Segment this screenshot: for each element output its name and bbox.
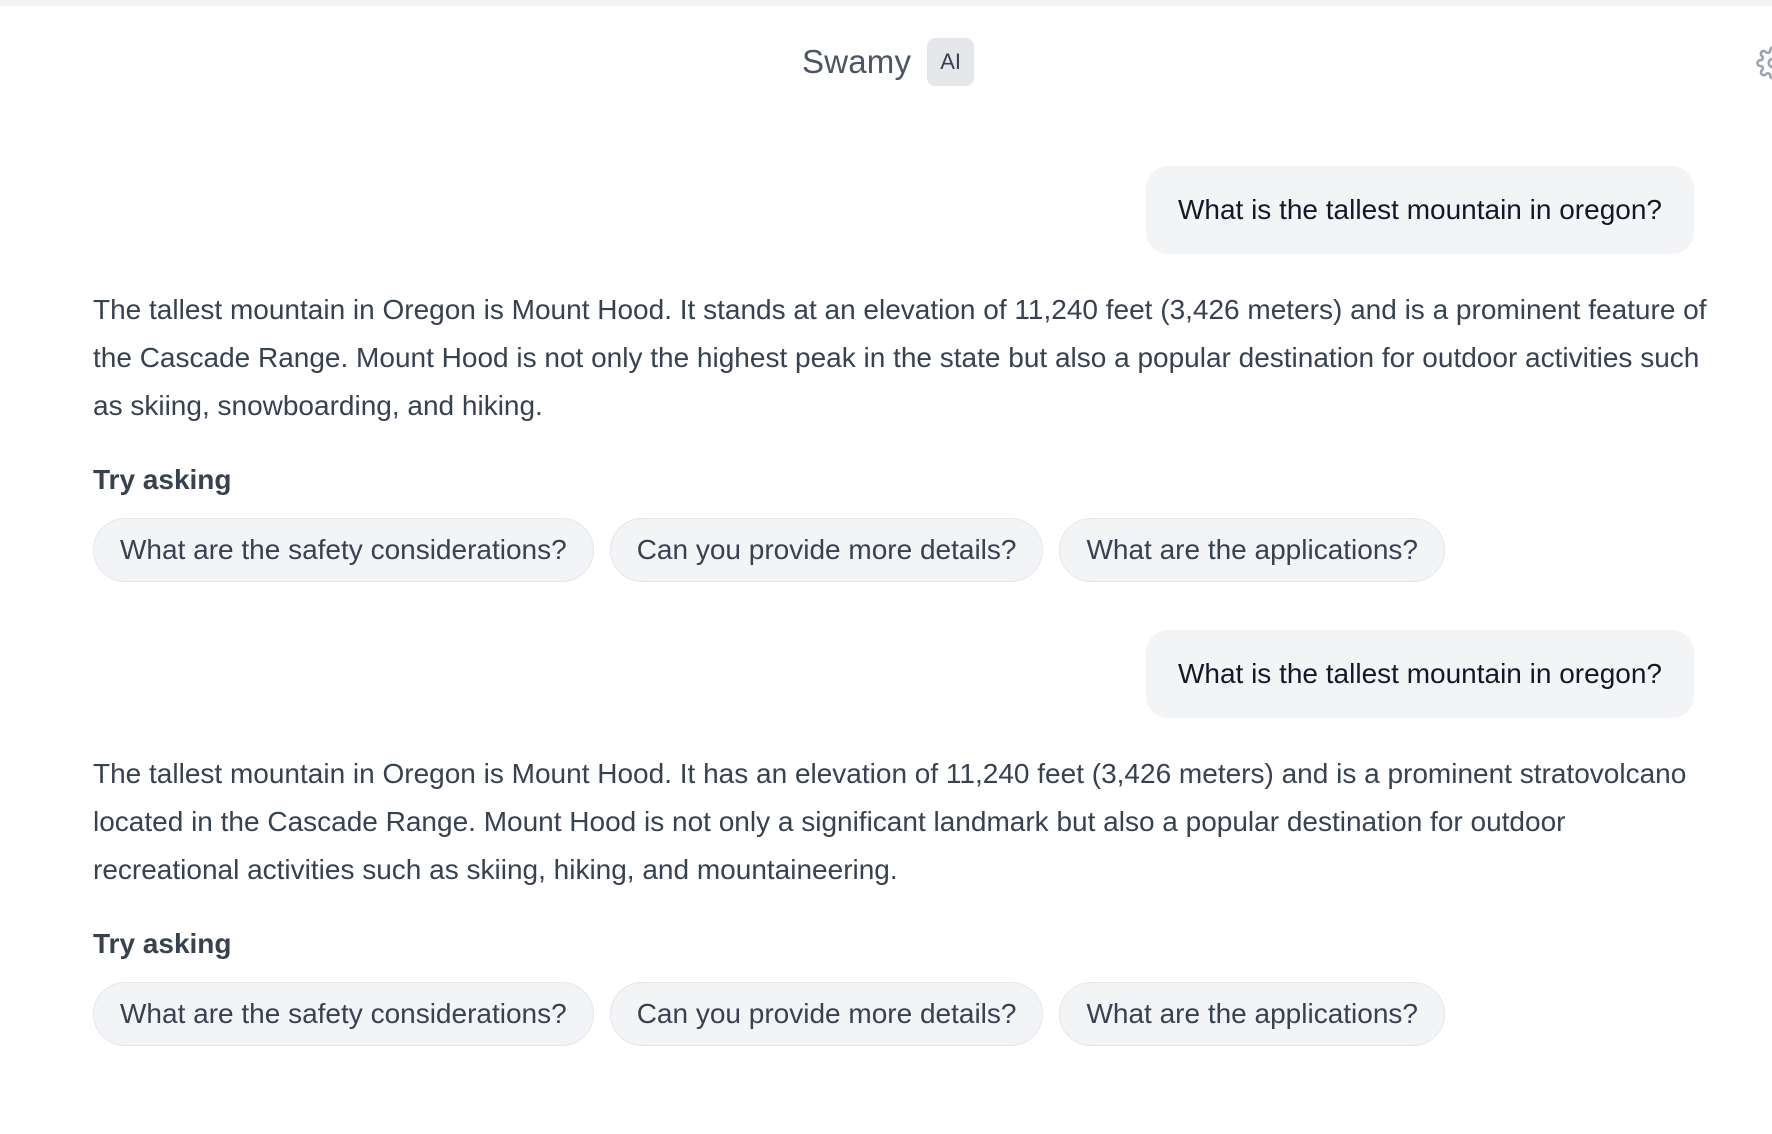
- suggestion-chip-details[interactable]: Can you provide more details?: [609, 982, 1044, 1046]
- user-message: What is the tallest mountain in oregon?: [1145, 166, 1694, 254]
- gear-icon[interactable]: [1756, 46, 1772, 80]
- top-border: [0, 0, 1772, 6]
- app-name: Swamy: [802, 43, 912, 80]
- assistant-answer: The tallest mountain in Oregon is Mount …: [93, 758, 1687, 885]
- suggestion-chip-applications[interactable]: What are the applications?: [1059, 982, 1445, 1046]
- suggestion-chip-applications[interactable]: What are the applications?: [1059, 518, 1445, 582]
- suggestion-chip-details[interactable]: Can you provide more details?: [609, 518, 1044, 582]
- suggestion-chip-safety[interactable]: What are the safety considerations?: [93, 518, 594, 582]
- user-message: What is the tallest mountain in oregon?: [1145, 630, 1694, 718]
- suggestion-chips: What are the safety considerations? Can …: [93, 982, 1445, 1046]
- suggestions-title: Try asking: [93, 928, 232, 959]
- chat-header: Swamy AI: [0, 36, 1772, 88]
- ai-badge: AI: [927, 38, 974, 86]
- suggestion-chips: What are the safety considerations? Can …: [93, 518, 1445, 582]
- suggestions-title: Try asking: [93, 464, 232, 495]
- assistant-answer: The tallest mountain in Oregon is Mount …: [93, 294, 1707, 421]
- suggestion-chip-safety[interactable]: What are the safety considerations?: [93, 982, 594, 1046]
- brand: Swamy AI: [802, 36, 974, 88]
